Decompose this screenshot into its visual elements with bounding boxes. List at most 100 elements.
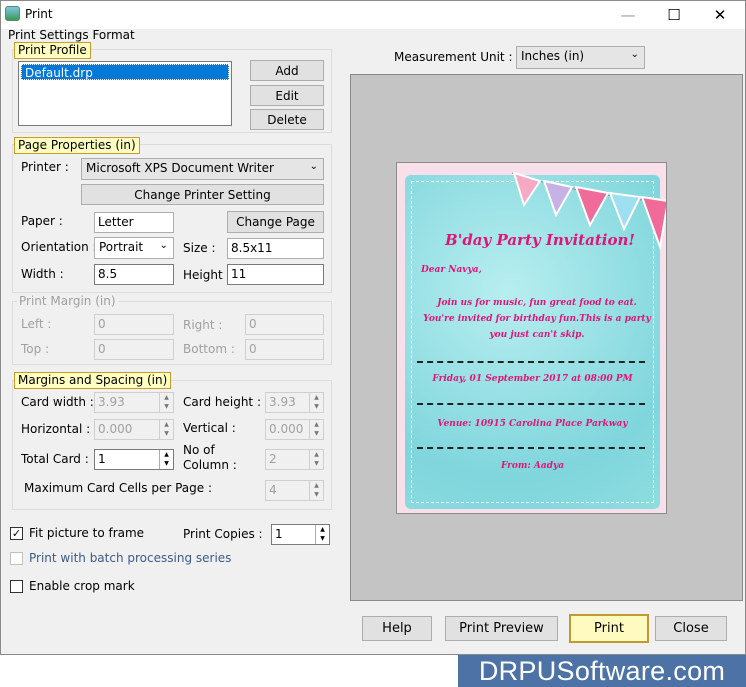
crop-mark-checkbox[interactable] xyxy=(10,580,23,593)
size-label: Size : xyxy=(183,241,216,255)
chevron-down-icon: ⌄ xyxy=(309,161,318,172)
batch-processing-checkbox[interactable] xyxy=(10,552,23,565)
print-dialog: Print — ☐ ✕ Print Settings Format Print … xyxy=(0,0,746,655)
print-copies-value: 1 xyxy=(275,527,283,541)
fit-picture-label: Fit picture to frame xyxy=(29,526,145,540)
spinner-arrows-icon[interactable]: ▲ ▼ xyxy=(309,450,323,469)
card-greeting: Dear Navya, xyxy=(421,265,482,275)
top-margin-label: Top : xyxy=(21,342,50,356)
window-title: Print xyxy=(25,7,53,21)
print-preview-button[interactable]: Print Preview xyxy=(445,616,558,641)
change-printer-setting-button[interactable]: Change Printer Setting xyxy=(81,184,324,205)
total-card-label: Total Card : xyxy=(21,452,89,466)
card-from: From: Aadya xyxy=(500,461,565,471)
no-of-column-label: No of Column : xyxy=(183,443,237,473)
card-body: Join us for music, fun great food to eat… xyxy=(423,298,651,340)
horizontal-value: 0.000 xyxy=(98,422,133,436)
horizontal-spinner[interactable]: 0.000 ▲ ▼ xyxy=(94,419,174,440)
card-width-label: Card width : xyxy=(21,395,94,409)
print-margin-legend: Print Margin (in) xyxy=(17,294,118,309)
card-height-value: 3.93 xyxy=(269,395,296,409)
app-icon xyxy=(5,6,20,21)
vertical-spinner[interactable]: 0.000 ▲ ▼ xyxy=(265,419,324,440)
width-field[interactable]: 8.5 xyxy=(94,264,174,285)
spinner-arrows-icon[interactable]: ▲ ▼ xyxy=(159,393,173,412)
spinner-arrows-icon[interactable]: ▲ ▼ xyxy=(309,420,323,439)
card-height-spinner[interactable]: 3.93 ▲ ▼ xyxy=(265,392,324,413)
size-field[interactable]: 8.5x11 xyxy=(227,238,324,259)
vertical-value: 0.000 xyxy=(269,422,304,436)
profile-list[interactable]: Default.drp xyxy=(18,61,232,126)
no-of-column-value: 2 xyxy=(269,452,277,466)
height-label: Height : xyxy=(183,268,231,282)
measurement-unit-select[interactable]: Inches (in) ⌄ xyxy=(516,46,645,69)
minimize-button[interactable]: — xyxy=(605,1,651,29)
add-profile-button[interactable]: Add xyxy=(250,60,324,81)
orientation-select[interactable]: Portrait ⌄ xyxy=(94,237,174,259)
divider xyxy=(417,447,645,449)
printer-label: Printer : xyxy=(21,160,69,174)
max-cells-spinner[interactable]: 4 ▲ ▼ xyxy=(265,480,324,501)
chevron-down-icon: ⌄ xyxy=(630,49,639,60)
title-bar: Print — ☐ ✕ xyxy=(1,1,745,29)
card-height-label: Card height : xyxy=(183,395,261,409)
total-card-value: 1 xyxy=(98,452,106,466)
spinner-arrows-icon[interactable]: ▲ ▼ xyxy=(309,393,323,412)
right-margin-label: Right : xyxy=(183,318,223,332)
print-copies-spinner[interactable]: 1 ▲ ▼ xyxy=(271,524,330,545)
card-heading: B'day Party Invitation! xyxy=(445,231,635,249)
help-button[interactable]: Help xyxy=(362,616,432,641)
delete-profile-button[interactable]: Delete xyxy=(250,109,324,130)
close-window-button[interactable]: ✕ xyxy=(697,1,743,29)
measurement-unit-label: Measurement Unit : xyxy=(394,50,513,64)
paper-field[interactable]: Letter xyxy=(94,212,174,233)
right-margin-field[interactable]: 0 xyxy=(245,314,324,335)
card-width-value: 3.93 xyxy=(98,395,125,409)
edit-profile-button[interactable]: Edit xyxy=(250,85,324,106)
card-width-spinner[interactable]: 3.93 ▲ ▼ xyxy=(94,392,174,413)
height-field[interactable]: 11 xyxy=(227,264,324,285)
orientation-value: Portrait xyxy=(99,240,144,254)
chevron-down-icon: ⌄ xyxy=(159,240,168,251)
fit-picture-checkbox[interactable]: ✓ xyxy=(10,527,23,540)
maximize-button[interactable]: ☐ xyxy=(651,1,697,29)
page-properties-legend: Page Properties (in) xyxy=(14,137,140,154)
spinner-arrows-icon[interactable]: ▲ ▼ xyxy=(159,450,173,469)
card-preview: B'day Party Invitation! Dear Navya, Join… xyxy=(396,162,667,514)
no-of-column-spinner[interactable]: 2 ▲ ▼ xyxy=(265,449,324,470)
width-label: Width : xyxy=(21,267,64,281)
total-card-spinner[interactable]: 1 ▲ ▼ xyxy=(94,449,174,470)
vertical-label: Vertical : xyxy=(183,421,236,435)
paper-label: Paper : xyxy=(21,214,63,228)
card-venue: Venue: 10915 Carolina Place Parkway xyxy=(437,419,628,429)
card-date: Friday, 01 September 2017 at 08:00 PM xyxy=(432,374,633,384)
divider xyxy=(417,361,645,363)
spinner-arrows-icon[interactable]: ▲ ▼ xyxy=(159,420,173,439)
crop-mark-label: Enable crop mark xyxy=(29,579,135,593)
no-of-column-label-line1: No of xyxy=(183,443,215,457)
top-margin-field[interactable]: 0 xyxy=(94,339,174,360)
checkmark-icon: ✓ xyxy=(11,527,22,540)
printer-select[interactable]: Microsoft XPS Document Writer ⌄ xyxy=(81,158,324,180)
bottom-margin-field[interactable]: 0 xyxy=(245,339,324,360)
print-settings-format-label: Print Settings Format xyxy=(8,28,135,42)
profile-list-item[interactable]: Default.drp xyxy=(21,64,229,80)
batch-processing-label: Print with batch processing series xyxy=(29,551,232,565)
print-button[interactable]: Print xyxy=(569,614,649,643)
max-cells-label: Maximum Card Cells per Page : xyxy=(24,481,212,495)
max-cells-value: 4 xyxy=(269,483,277,497)
change-page-button[interactable]: Change Page xyxy=(227,211,324,233)
measurement-unit-value: Inches (in) xyxy=(521,49,585,63)
horizontal-label: Horizontal : xyxy=(21,422,91,436)
bottom-margin-label: Bottom : xyxy=(183,342,235,356)
left-margin-field[interactable]: 0 xyxy=(94,314,174,335)
orientation-label: Orientation : xyxy=(21,240,97,254)
print-copies-label: Print Copies : xyxy=(183,527,263,541)
margins-spacing-legend: Margins and Spacing (in) xyxy=(14,372,172,389)
spinner-arrows-icon[interactable]: ▲ ▼ xyxy=(309,481,323,500)
spinner-arrows-icon[interactable]: ▲ ▼ xyxy=(315,525,329,544)
divider xyxy=(417,403,645,405)
no-of-column-label-line2: Column : xyxy=(183,458,237,472)
left-margin-label: Left : xyxy=(21,317,52,331)
close-button[interactable]: Close xyxy=(655,616,727,641)
